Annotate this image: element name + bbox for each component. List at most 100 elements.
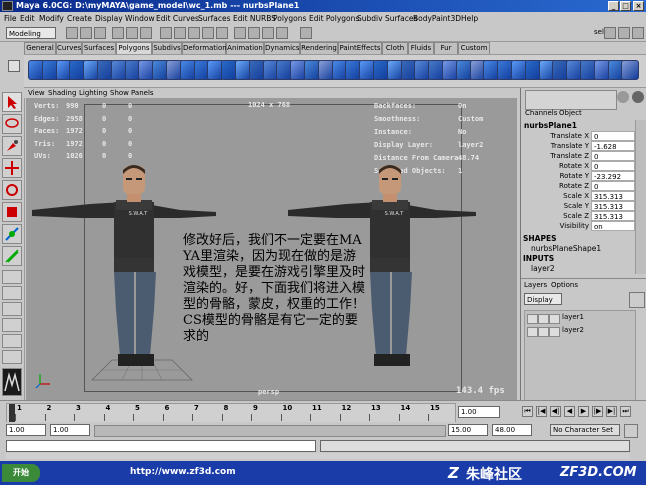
channel-row[interactable]: Translate Y -1.628 [521, 141, 635, 151]
panel-menu-view[interactable]: View [28, 88, 45, 98]
menu-modify[interactable]: Modify [39, 12, 64, 25]
channel-row[interactable]: Scale Z 315.313 [521, 211, 635, 221]
tab-object[interactable]: Object [559, 109, 582, 117]
tab-deformation[interactable]: Deformation [182, 42, 227, 54]
time-slider-track[interactable]: 1 2 3 4 5 6 7 8 9 10 11 12 13 14 15 [6, 403, 456, 423]
menu-edit[interactable]: Edit [20, 12, 35, 25]
tab-surfaces[interactable]: Surfaces [82, 42, 116, 54]
channel-attr-value[interactable]: on [591, 221, 635, 231]
channel-row[interactable]: Visibility on [521, 221, 635, 231]
layer-item-layer2[interactable]: layer2 [562, 326, 584, 334]
shelf-menu-icon[interactable] [8, 60, 20, 72]
menu-help[interactable]: Help [461, 12, 478, 25]
tab-channels[interactable]: Channels [525, 109, 557, 117]
channel-box-toggle-icon[interactable] [617, 91, 629, 103]
menu-edit-curves[interactable]: Edit Curves [156, 12, 199, 25]
render-icon[interactable] [248, 27, 260, 39]
move-tool-icon[interactable] [2, 158, 22, 178]
render-globals-icon[interactable] [276, 27, 288, 39]
snap-plane-icon[interactable] [216, 27, 228, 39]
tab-cloth[interactable]: Cloth [382, 42, 408, 54]
snap-point-icon[interactable] [202, 27, 214, 39]
tab-subdivs[interactable]: Subdivs [152, 42, 182, 54]
menu-set-dropdown[interactable]: Modeling [6, 27, 56, 39]
menu-create[interactable]: Create [67, 12, 92, 25]
close-button[interactable]: × [633, 1, 644, 11]
channel-row[interactable]: Translate Z0 [521, 151, 635, 161]
channel-box-scrollbar[interactable] [635, 120, 646, 274]
channel-row[interactable]: Rotate Y -23.292 [521, 171, 635, 181]
menu-edit-nurbs[interactable]: Edit NURBS [233, 12, 276, 25]
channel-attr-value[interactable]: 315.313 [591, 201, 635, 211]
channel-row[interactable]: Rotate X0 [521, 161, 635, 171]
layout-outliner-icon[interactable] [2, 302, 22, 316]
channel-row[interactable]: Rotate Z0 [521, 181, 635, 191]
channel-row[interactable]: Scale Y 315.313 [521, 201, 635, 211]
layer-type-toggle[interactable] [538, 314, 549, 324]
end-time-field[interactable]: 48.00 [492, 424, 532, 436]
menu-bodypaint3d[interactable]: BodyPaint3D [413, 12, 461, 25]
shape-name[interactable]: nurbsPlaneShape1 [531, 244, 601, 253]
play-backward-button[interactable]: ◀ [564, 406, 575, 417]
menu-edit-polygons[interactable]: Edit Polygons [309, 12, 359, 25]
layers-menu[interactable]: Layers [524, 281, 547, 289]
time-slider[interactable]: 1 2 3 4 5 6 7 8 9 10 11 12 13 14 15 1.00 ⏮ |◀ ◀| ◀ ▶ |… [0, 400, 646, 423]
step-forward-frame-button[interactable]: |▶ [592, 406, 603, 417]
layer-color-swatch[interactable] [549, 314, 560, 324]
layout-four-icon[interactable] [2, 286, 22, 300]
tab-painteffects[interactable]: PaintEffects [338, 42, 382, 54]
tab-rendering[interactable]: Rendering [300, 42, 338, 54]
channel-row[interactable]: Scale X 315.313 [521, 191, 635, 201]
channel-attr-value[interactable]: -1.628 [591, 141, 635, 151]
auto-key-icon[interactable] [624, 424, 638, 438]
tab-animation[interactable]: Animation [226, 42, 264, 54]
new-scene-icon[interactable] [66, 27, 78, 39]
layer-type-toggle[interactable] [538, 327, 549, 337]
menu-subdiv-surfaces[interactable]: Subdiv Surfaces [357, 12, 417, 25]
maximize-button[interactable]: □ [620, 1, 631, 11]
menu-polygons[interactable]: Polygons [273, 12, 306, 25]
playback-start-field[interactable]: 1.00 [50, 424, 90, 436]
layout-persp-icon[interactable] [2, 350, 22, 364]
play-forward-button[interactable]: ▶ [578, 406, 589, 417]
step-back-key-button[interactable]: |◀ [536, 406, 547, 417]
character-set-dropdown[interactable]: No Character Set [550, 424, 620, 436]
select-object-icon[interactable] [126, 27, 138, 39]
show-hide-tool-settings-icon[interactable] [604, 27, 616, 39]
minimize-button[interactable]: _ [608, 1, 619, 11]
snap-grid-icon[interactable] [174, 27, 186, 39]
channel-row[interactable]: Translate X0 [521, 131, 635, 141]
input-name[interactable]: layer2 [531, 264, 555, 273]
select-component-icon[interactable] [140, 27, 152, 39]
tab-fluids[interactable]: Fluids [408, 42, 434, 54]
menu-surfaces[interactable]: Surfaces [198, 12, 230, 25]
channel-attr-value[interactable]: 0 [591, 161, 635, 171]
start-button[interactable]: 开始 [2, 464, 40, 482]
last-tool-icon[interactable] [2, 246, 22, 266]
layer-type-dropdown[interactable]: Display [524, 293, 562, 305]
playback-end-field[interactable]: 15.00 [448, 424, 488, 436]
pick-mask-icon[interactable] [160, 27, 172, 39]
step-forward-key-button[interactable]: ▶| [606, 406, 617, 417]
tab-custom[interactable]: Custom [458, 42, 490, 54]
layer-color-swatch[interactable] [549, 327, 560, 337]
select-hierarchy-icon[interactable] [112, 27, 124, 39]
mel-command-input[interactable] [6, 440, 316, 452]
menu-file[interactable]: File [4, 12, 17, 25]
layout-single-icon[interactable] [2, 270, 22, 284]
channel-attr-value[interactable]: -23.292 [591, 171, 635, 181]
save-scene-icon[interactable] [94, 27, 106, 39]
open-scene-icon[interactable] [80, 27, 92, 39]
tab-polygons[interactable]: Polygons [116, 42, 152, 54]
tab-dynamics[interactable]: Dynamics [264, 42, 300, 54]
panel-menu-lighting[interactable]: Lighting [79, 88, 107, 98]
show-hide-channel-box-icon[interactable] [632, 27, 644, 39]
channel-attr-value[interactable]: 0 [591, 151, 635, 161]
history-icon[interactable] [234, 27, 246, 39]
panel-menu-shading[interactable]: Shading [48, 88, 76, 98]
channel-attr-value[interactable]: 315.313 [591, 211, 635, 221]
menu-window[interactable]: Window [125, 12, 155, 25]
rotate-tool-icon[interactable] [2, 180, 22, 200]
object-name[interactable]: nurbsPlane1 [524, 121, 577, 130]
maya-app-icon[interactable] [2, 1, 13, 11]
